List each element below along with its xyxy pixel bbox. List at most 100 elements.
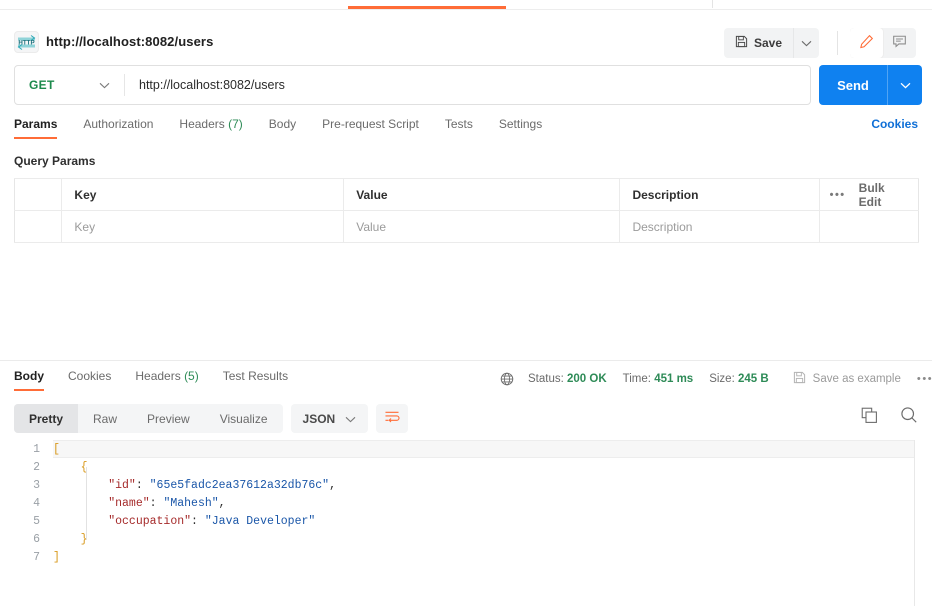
cookies-link[interactable]: Cookies — [871, 117, 918, 131]
copy-icon[interactable] — [861, 407, 878, 424]
code-token: ] — [53, 550, 60, 564]
tab-authorization-label: Authorization — [83, 117, 154, 131]
response-body-code[interactable]: 1[2 {3 "id": "65e5fadc2ea37612a32db76c",… — [0, 440, 932, 606]
code-token: "name" — [108, 496, 150, 510]
tab-strip-divider — [712, 0, 713, 8]
response-tab-test-results[interactable]: Test Results — [223, 369, 288, 391]
url-bar: GET — [14, 65, 811, 105]
request-tab-strip — [0, 0, 932, 10]
tab-settings[interactable]: Settings — [499, 117, 542, 139]
code-token: "id" — [108, 478, 136, 492]
response-format-label: JSON — [302, 411, 336, 426]
header-actions-cell: ••• Bulk Edit — [818, 178, 919, 211]
http-method-select[interactable]: GET — [15, 66, 124, 104]
chevron-down-icon — [900, 78, 911, 92]
query-params-table: Key Value Description ••• Bulk Edit Key … — [14, 178, 919, 243]
line-number: 3 — [33, 478, 40, 492]
response-actions — [861, 406, 918, 424]
tab-tests[interactable]: Tests — [445, 117, 473, 139]
code-line: 4 "name": "Mahesh", — [0, 494, 932, 512]
row-actions-cell — [818, 210, 919, 243]
save-as-example-label: Save as example — [812, 373, 901, 385]
time-metric: Time: 451 ms — [623, 373, 694, 385]
tab-params-label: Params — [14, 117, 58, 131]
code-token: : — [191, 514, 205, 528]
tab-headers-count: (7) — [228, 117, 243, 131]
code-token: , — [329, 478, 336, 492]
url-input[interactable] — [125, 66, 810, 104]
code-token: "occupation" — [108, 514, 192, 528]
tab-settings-label: Settings — [498, 117, 543, 131]
response-tab-headers[interactable]: Headers (5) — [135, 369, 198, 391]
send-button[interactable]: Send — [819, 65, 887, 105]
request-section-tabs: Params Authorization Headers (7) Body Pr… — [0, 117, 932, 145]
query-params-title: Query Params — [14, 154, 96, 168]
code-line-text: } — [48, 533, 88, 546]
chevron-down-icon — [801, 36, 812, 50]
comment-request-button[interactable] — [883, 28, 916, 58]
response-tab-test-results-label: Test Results — [222, 369, 289, 383]
floppy-disk-icon — [735, 35, 748, 51]
response-ellipsis-icon[interactable]: ••• — [917, 373, 932, 385]
code-line-text: ] — [48, 551, 60, 564]
word-wrap-button[interactable] — [376, 404, 409, 433]
pencil-icon — [859, 34, 874, 52]
tab-headers[interactable]: Headers (7) — [179, 117, 242, 139]
code-token: "Mahesh" — [163, 496, 219, 510]
line-number: 5 — [33, 514, 40, 528]
send-button-group: Send — [819, 65, 922, 105]
row-description-input[interactable]: Description — [619, 210, 820, 243]
response-panel-divider — [0, 360, 932, 361]
save-button[interactable]: Save — [724, 28, 793, 58]
code-token: "65e5fadc2ea37612a32db76c" — [149, 478, 330, 492]
view-mode-preview[interactable]: Preview — [132, 404, 205, 433]
tab-params[interactable]: Params — [14, 117, 58, 139]
postman-window: HTTP http://localhost:8082/users Save GE… — [0, 0, 932, 606]
row-checkbox-cell[interactable] — [14, 210, 63, 243]
response-tab-cookies[interactable]: Cookies — [68, 369, 111, 391]
code-line: 6 } — [0, 530, 932, 548]
header-description: Description — [619, 178, 820, 211]
tab-body-label: Body — [268, 117, 297, 131]
response-tab-cookies-label: Cookies — [68, 369, 112, 383]
code-line-text: { — [48, 461, 88, 474]
ellipsis-icon[interactable]: ••• — [830, 189, 846, 201]
word-wrap-icon — [384, 410, 400, 427]
table-row: Key Value Description — [14, 210, 919, 243]
line-number: 1 — [33, 442, 40, 456]
response-tab-headers-count: (5) — [184, 369, 199, 383]
view-mode-raw[interactable]: Raw — [78, 404, 132, 433]
view-mode-pretty[interactable]: Pretty — [14, 404, 79, 433]
save-dropdown-button[interactable] — [793, 28, 819, 58]
header-icon-group — [850, 28, 916, 58]
save-button-group: Save — [724, 28, 820, 58]
code-token: , — [218, 496, 226, 510]
chevron-down-icon — [99, 78, 110, 92]
code-line-text: [ — [48, 443, 60, 456]
active-tab-indicator — [348, 6, 506, 9]
send-dropdown-button[interactable] — [887, 65, 922, 105]
line-number: 7 — [33, 550, 40, 564]
response-toolbar: Pretty Raw Preview Visualize JSON — [14, 404, 409, 433]
tab-pre-request-script-label: Pre-request Script — [322, 117, 419, 131]
response-format-select[interactable]: JSON — [290, 404, 369, 433]
header-key: Key — [61, 178, 345, 211]
response-meta: Status: 200 OK Time: 451 ms Size: 245 B … — [500, 371, 932, 387]
save-as-example-button[interactable]: Save as example — [793, 371, 901, 387]
globe-icon[interactable] — [500, 372, 514, 386]
tab-authorization[interactable]: Authorization — [83, 117, 153, 139]
bulk-edit-button[interactable]: Bulk Edit — [859, 181, 908, 209]
view-mode-visualize[interactable]: Visualize — [205, 404, 283, 433]
code-token: "Java Developer" — [204, 514, 316, 528]
row-value-input[interactable]: Value — [343, 210, 621, 243]
header-divider — [837, 31, 838, 55]
search-icon[interactable] — [900, 406, 918, 424]
size-metric: Size: 245 B — [709, 373, 768, 385]
tab-body[interactable]: Body — [269, 117, 296, 139]
row-key-input[interactable]: Key — [61, 210, 345, 243]
size-value: 245 B — [737, 373, 769, 385]
code-scrollbar-track[interactable] — [914, 440, 915, 606]
tab-pre-request-script[interactable]: Pre-request Script — [322, 117, 419, 139]
response-tab-body[interactable]: Body — [14, 369, 44, 391]
edit-request-button[interactable] — [850, 28, 883, 58]
